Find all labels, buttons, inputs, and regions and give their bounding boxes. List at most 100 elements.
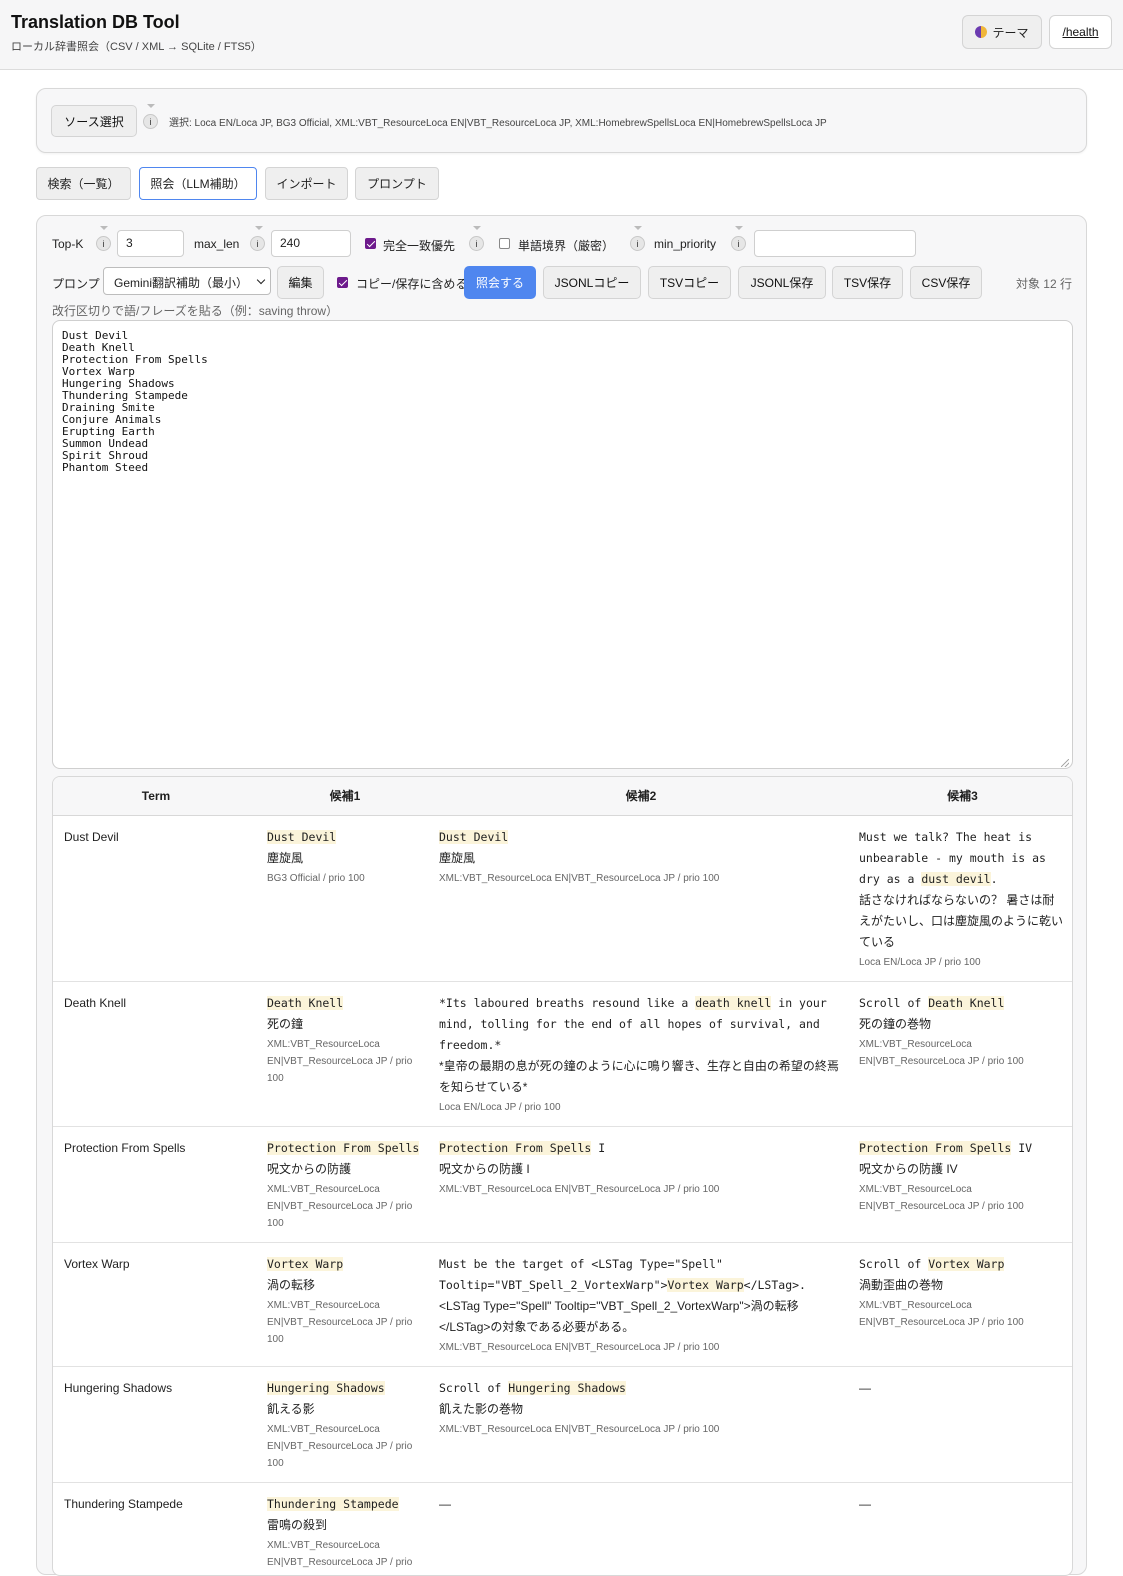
candidate-source-text: Vortex Warp	[267, 1254, 423, 1275]
tsv-copy-button[interactable]: TSVコピー	[648, 266, 731, 299]
min-priority-input[interactable]	[754, 230, 916, 257]
source-dropdown-caret-icon	[147, 104, 155, 108]
candidate-cell: Protection From Spells IV呪文からの防護 IVXML:V…	[851, 1126, 1073, 1242]
empty-candidate: —	[859, 1494, 1066, 1515]
tab-import[interactable]: インポート	[265, 167, 348, 200]
edit-prompt-button[interactable]: 編集	[277, 266, 324, 299]
candidate-match-highlight: death knell	[695, 996, 771, 1010]
column-header-candidate2: 候補2	[431, 777, 851, 815]
source-info-icon[interactable]: i	[143, 114, 158, 129]
candidate-match-highlight: Death Knell	[267, 996, 343, 1010]
empty-candidate: —	[859, 1378, 1066, 1399]
include-checkbox[interactable]	[337, 277, 348, 288]
prompt-select-value: Gemini翻訳補助（最小）	[114, 276, 248, 290]
minprio-caret-icon	[735, 226, 743, 230]
tab-prompt[interactable]: プロンプト	[355, 167, 439, 200]
terms-textarea[interactable]: Dust Devil Death Knell Protection From S…	[52, 320, 1073, 769]
candidate-source-text: Hungering Shadows	[267, 1378, 423, 1399]
term-cell: Dust Devil	[53, 815, 259, 981]
results-table: Term 候補1 候補2 候補3 Dust DevilDust Devil塵旋風…	[52, 776, 1073, 1576]
candidate-source-meta: BG3 Official / prio 100	[267, 870, 423, 887]
exact-info-icon[interactable]: i	[469, 236, 484, 251]
candidate-text-pre: *Its laboured breaths resound like a	[439, 996, 695, 1010]
maxlen-input[interactable]: 240	[271, 230, 351, 257]
candidate-match-highlight: Dust Devil	[267, 830, 336, 844]
candidate-text-pre: Scroll of	[859, 996, 928, 1010]
jsonl-copy-button[interactable]: JSONLコピー	[543, 266, 641, 299]
chevron-down-icon	[257, 276, 265, 284]
candidate-source-text: Must be the target of <LSTag Type="Spell…	[439, 1254, 843, 1296]
column-header-term: Term	[53, 777, 259, 815]
term-cell: Hungering Shadows	[53, 1366, 259, 1482]
word-info-icon[interactable]: i	[630, 236, 645, 251]
candidate-source-meta: XML:VBT_ResourceLoca EN|VBT_ResourceLoca…	[439, 1339, 843, 1356]
candidate-source-meta: XML:VBT_ResourceLoca EN|VBT_ResourceLoca…	[267, 1036, 423, 1087]
tab-search[interactable]: 検索（一覧）	[36, 167, 131, 200]
candidate-source-text: *Its laboured breaths resound like a dea…	[439, 993, 843, 1056]
candidate-source-text: Protection From Spells IV	[859, 1138, 1066, 1159]
candidate-cell: Death Knell 死の鐘XML:VBT_ResourceLoca EN|VB…	[259, 981, 431, 1126]
query-button[interactable]: 照会する	[464, 266, 536, 299]
tsv-save-button[interactable]: TSV保存	[832, 266, 903, 299]
exact-caret-icon	[473, 226, 481, 230]
candidate-source-meta: XML:VBT_ResourceLoca EN|VBT_ResourceLoca…	[439, 1181, 843, 1198]
column-header-candidate3: 候補3	[851, 777, 1073, 815]
selected-sources-text: 選択: Loca EN/Loca JP, BG3 Official, XML:V…	[169, 114, 827, 129]
maxlen-info-icon[interactable]: i	[250, 236, 265, 251]
table-row: Protection From SpellsProtection From Sp…	[53, 1126, 1073, 1242]
candidate-translation: 渦動歪曲の巻物	[859, 1275, 1066, 1296]
candidate-cell: *Its laboured breaths resound like a dea…	[431, 981, 851, 1126]
resize-handle-icon[interactable]	[1061, 759, 1069, 767]
candidate-source-text: Scroll of Hungering Shadows	[439, 1378, 843, 1399]
candidate-translation: 渦の転移	[267, 1275, 423, 1296]
candidate-match-highlight: Dust Devil	[439, 830, 508, 844]
candidate-match-highlight: Protection From Spells	[267, 1141, 419, 1155]
prompt-select[interactable]: Gemini翻訳補助（最小）	[103, 267, 271, 295]
candidate-translation: 死の鐘	[267, 1014, 423, 1035]
health-link[interactable]: /health	[1049, 15, 1112, 49]
candidate-translation: 話さなければならないの？ 暑さは耐えがたいし、口は塵旋風のように乾いている	[859, 890, 1066, 953]
candidate-source-meta: XML:VBT_ResourceLoca EN|VBT_ResourceLoca…	[439, 870, 843, 887]
csv-save-button[interactable]: CSV保存	[910, 266, 982, 299]
minprio-info-icon[interactable]: i	[731, 236, 746, 251]
word-caret-icon	[634, 226, 642, 230]
topk-info-icon[interactable]: i	[96, 236, 111, 251]
column-header-candidate1: 候補1	[259, 777, 431, 815]
candidate-cell: Must be the target of <LSTag Type="Spell…	[431, 1242, 851, 1366]
candidate-translation: 塵旋風	[267, 848, 423, 869]
candidate-text-post: IV	[1011, 1141, 1032, 1155]
word-boundary-checkbox[interactable]	[499, 238, 510, 249]
source-select-button[interactable]: ソース選択	[51, 105, 137, 137]
theme-button[interactable]: テーマ	[962, 15, 1042, 49]
jsonl-save-button[interactable]: JSONL保存	[738, 266, 826, 299]
candidate-match-highlight: Protection From Spells	[439, 1141, 591, 1155]
table-row: Thundering StampedeThundering Stampede雷鳴…	[53, 1482, 1073, 1576]
candidate-source-text: Protection From Spells I	[439, 1138, 843, 1159]
table-row: Death KnellDeath Knell死の鐘XML:VBT_Resourc…	[53, 981, 1073, 1126]
candidate-source-meta: XML:VBT_ResourceLoca EN|VBT_ResourceLoca…	[267, 1181, 423, 1232]
candidate-source-meta: XML:VBT_ResourceLoca EN|VBT_ResourceLoca…	[267, 1537, 423, 1576]
input-hint: 改行区切りで語/フレーズを貼る（例：saving throw）	[52, 302, 338, 319]
candidate-cell: Scroll of Vortex Warp渦動歪曲の巻物XML:VBT_Reso…	[851, 1242, 1073, 1366]
topk-input[interactable]: 3	[117, 230, 184, 257]
candidate-cell: Dust Devil塵旋風XML:VBT_ResourceLoca EN|VBT…	[431, 815, 851, 981]
table-row: Dust Devil Dust Devil 塵旋風BG3 Official / pr…	[53, 815, 1073, 981]
exact-match-checkbox[interactable]	[365, 238, 376, 249]
candidate-translation: 死の鐘の巻物	[859, 1014, 1066, 1035]
candidate-match-highlight: Hungering Shadows	[508, 1381, 626, 1395]
candidate-source-meta: XML:VBT_ResourceLoca EN|VBT_ResourceLoca…	[859, 1036, 1066, 1070]
candidate-source-text: Death Knell	[267, 993, 423, 1014]
candidate-translation: 呪文からの防護 IV	[859, 1159, 1066, 1180]
candidate-source-text: Must we talk? The heat is unbearable - m…	[859, 827, 1066, 890]
candidate-source-meta: XML:VBT_ResourceLoca EN|VBT_ResourceLoca…	[267, 1421, 423, 1472]
candidate-match-highlight: Thundering Stampede	[267, 1497, 399, 1511]
candidate-cell: Vortex Warp渦の転移XML:VBT_ResourceLoca EN|V…	[259, 1242, 431, 1366]
topk-caret-icon	[100, 226, 108, 230]
candidate-match-highlight: Protection From Spells	[859, 1141, 1011, 1155]
candidate-translation: 飢えた影の巻物	[439, 1399, 843, 1420]
candidate-match-highlight: Death Knell	[928, 996, 1004, 1010]
table-row: Vortex WarpVortex Warp渦の転移XML:VBT_Resour…	[53, 1242, 1073, 1366]
tab-lookup[interactable]: 照会（LLM補助）	[139, 167, 257, 200]
candidate-translation: <LSTag Type="Spell" Tooltip="VBT_Spell_2…	[439, 1296, 843, 1338]
candidate-source-meta: XML:VBT_ResourceLoca EN|VBT_ResourceLoca…	[439, 1421, 843, 1438]
